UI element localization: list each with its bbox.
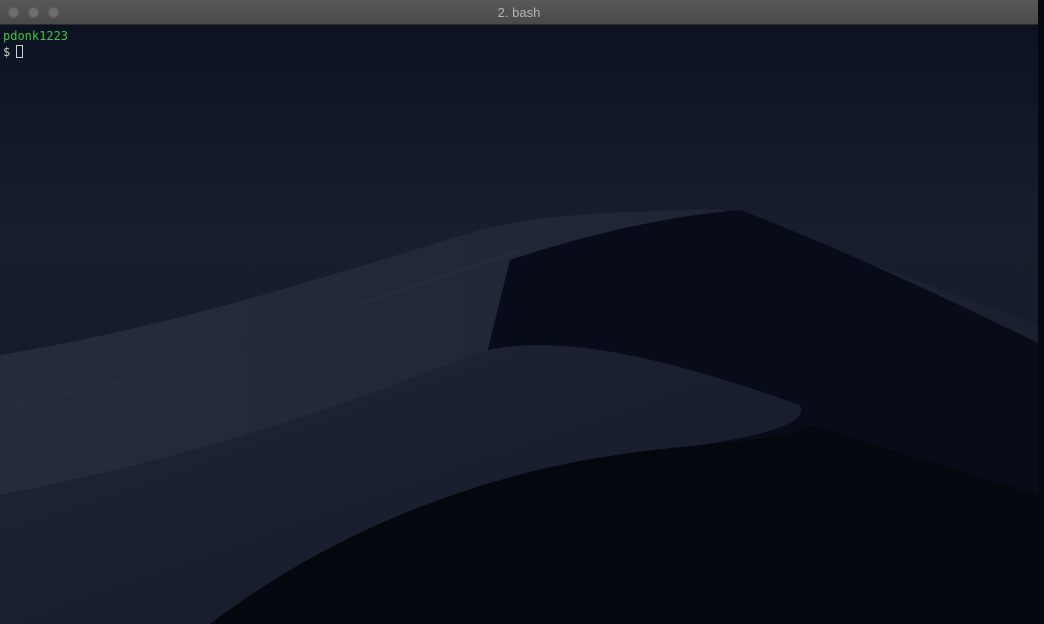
window-title: 2. bash [497,5,541,20]
terminal-window: 2. bash pdonk1223 $ [0,0,1038,624]
desktop-wallpaper-dunes [0,25,1038,624]
desktop-edge [1038,0,1044,624]
terminal-area[interactable]: pdonk1223 $ [0,25,1038,624]
title-bar[interactable]: 2. bash [0,0,1038,25]
prompt-symbol: $ [3,45,11,59]
prompt-line[interactable]: $ [3,44,24,60]
text-cursor [16,45,24,58]
user-host-label: pdonk1223 [3,29,69,43]
